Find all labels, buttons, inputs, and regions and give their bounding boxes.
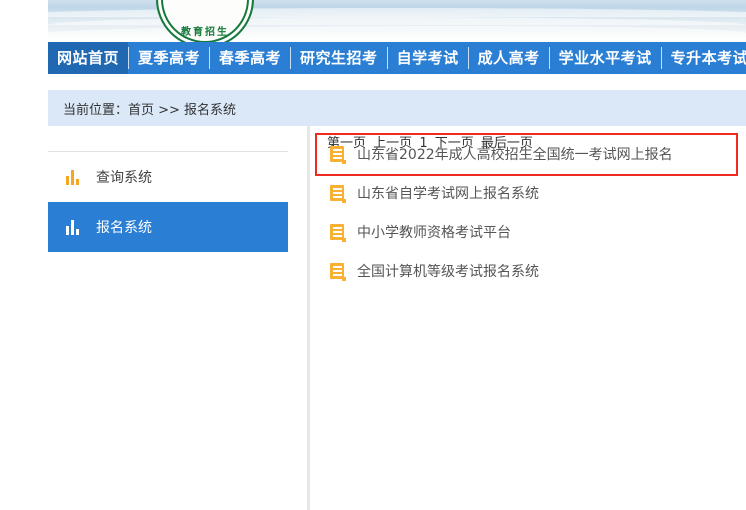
nav-item-7[interactable]: 专升本考试 — [662, 42, 746, 74]
nav-item-6[interactable]: 学业水平考试 — [550, 42, 661, 74]
sidebar-item-label: 报名系统 — [96, 220, 152, 236]
list-item-label: 山东省2022年成人高校招生全国统一考试网上报名 — [357, 146, 673, 163]
document-icon — [330, 223, 346, 242]
breadcrumb: 当前位置：首页 >> 报名系统 — [63, 102, 237, 118]
sidebar-item-0[interactable]: 查询系统 — [48, 152, 288, 202]
sidebar-item-1[interactable]: 报名系统 — [48, 202, 288, 252]
nav-item-1[interactable]: 夏季高考 — [129, 42, 209, 74]
sidebar-item-label: 查询系统 — [96, 170, 152, 186]
list-item-label: 山东省自学考试网上报名系统 — [357, 185, 539, 202]
list-item[interactable]: 山东省自学考试网上报名系统 — [310, 173, 746, 212]
document-icon — [330, 145, 346, 164]
document-icon — [330, 184, 346, 203]
banner-mountain-ridge-2 — [48, 17, 746, 25]
document-icon — [330, 262, 346, 281]
main-panel: 山东省2022年成人高校招生全国统一考试网上报名 山东省自学考试网上报名系统 中小学… — [310, 126, 746, 281]
list-item-label: 全国计算机等级考试报名系统 — [357, 263, 539, 280]
sidebar-menu: 查询系统 报名系统 — [48, 152, 288, 252]
nav-item-3[interactable]: 研究生招考 — [291, 42, 387, 74]
nav-item-2[interactable]: 春季高考 — [210, 42, 290, 74]
primary-nav: 网站首页夏季高考春季高考研究生招考自学考试成人高考学业水平考试专升本考试证 — [48, 42, 746, 74]
banner-mist-overlay — [48, 30, 746, 42]
bar-chart-icon — [66, 219, 82, 235]
site-logo-seal: 教育招生 — [156, 0, 254, 42]
list-item[interactable]: 中小学教师资格考试平台 — [310, 212, 746, 251]
site-banner: 教育招生 — [48, 0, 746, 42]
content-area: 查询系统报名系统 山东省2022年成人高校招生全国统一考试网上报名 山东省自学考试… — [48, 126, 746, 510]
list-item[interactable]: 山东省2022年成人高校招生全国统一考试网上报名 — [310, 134, 746, 173]
list-item[interactable]: 全国计算机等级考试报名系统 — [310, 251, 746, 290]
breadcrumb-bar: 当前位置：首页 >> 报名系统 — [48, 90, 746, 126]
system-link-list: 山东省2022年成人高校招生全国统一考试网上报名 山东省自学考试网上报名系统 中小学… — [310, 126, 746, 290]
nav-item-4[interactable]: 自学考试 — [388, 42, 468, 74]
nav-item-5[interactable]: 成人高考 — [469, 42, 549, 74]
banner-mountain-ridge-1 — [48, 8, 746, 17]
bar-chart-icon — [66, 169, 82, 185]
nav-item-0[interactable]: 网站首页 — [48, 42, 129, 74]
site-logo-seal-text: 教育招生 — [181, 27, 229, 38]
page-root: 教育招生 网站首页 夏季高考 春季高考 研究生招考 自学考试 成人高考 学业水平考试 专升本考… — [0, 0, 746, 510]
list-item-label: 中小学教师资格考试平台 — [357, 224, 511, 241]
